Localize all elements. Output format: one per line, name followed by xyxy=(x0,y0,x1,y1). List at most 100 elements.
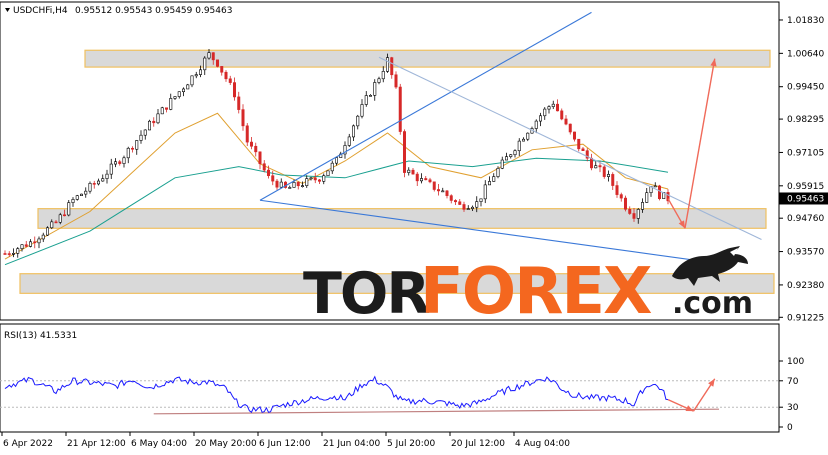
rsi-tick-label: 0 xyxy=(787,423,793,433)
candle-body xyxy=(381,71,385,80)
candle-body xyxy=(483,184,487,200)
candle-body xyxy=(88,183,92,192)
candle-body xyxy=(241,109,245,127)
candle-body xyxy=(496,168,500,177)
candle-body xyxy=(428,179,432,183)
candle-body xyxy=(623,197,627,210)
candle-body xyxy=(224,71,228,80)
candle-body xyxy=(645,192,649,203)
candle-body xyxy=(411,169,415,175)
price-axis: 1.01830 1.00640 0.99450 0.98295 0.97105 0.959… xyxy=(779,16,828,323)
candle-body xyxy=(220,66,224,73)
candle-body xyxy=(169,98,173,110)
candle-body xyxy=(131,147,135,150)
candle-body xyxy=(330,162,334,172)
candle-body xyxy=(436,189,440,192)
candle-body xyxy=(12,253,16,255)
price-tick-label: 0.98295 xyxy=(787,115,824,125)
candle-body xyxy=(216,59,220,67)
candle-body xyxy=(356,115,360,127)
ohlc-values: 0.95512 0.95543 0.95459 0.95463 xyxy=(75,6,232,16)
candle-body xyxy=(45,227,49,236)
candle-body xyxy=(28,241,32,247)
candle-body xyxy=(109,163,113,175)
time-tick-label: 6 May 04:00 xyxy=(131,439,187,449)
candle-body xyxy=(313,177,317,181)
candle-body xyxy=(33,241,37,244)
candle-body xyxy=(139,134,143,141)
candle-body xyxy=(334,157,338,164)
candle-body xyxy=(589,157,593,169)
price-tick-label: 0.91225 xyxy=(787,313,824,323)
candle-body xyxy=(538,115,542,122)
candle-body xyxy=(390,57,394,76)
candle-body xyxy=(377,78,381,83)
candle-body xyxy=(207,52,211,59)
candle-body xyxy=(165,107,169,110)
candle-body xyxy=(581,148,585,151)
candle-body xyxy=(250,141,254,147)
candle-body xyxy=(653,185,657,188)
rsi-panel: RSI(13) 41.5331 xyxy=(0,323,780,433)
candle-body xyxy=(402,131,406,173)
time-tick-label: 21 Apr 12:00 xyxy=(67,439,126,449)
candle-body xyxy=(317,179,321,182)
candle-body xyxy=(122,157,126,164)
candle-body xyxy=(7,253,11,255)
candle-body xyxy=(564,118,568,125)
candle-body xyxy=(177,91,181,97)
candle-body xyxy=(309,177,313,180)
price-tick-label: 0.93570 xyxy=(787,248,824,258)
candle-body xyxy=(37,238,41,244)
price-tick-label: 0.95915 xyxy=(787,182,824,192)
candle-body xyxy=(453,200,457,203)
time-axis: 6 Apr 2022 21 Apr 12:00 6 May 04:00 20 May … xyxy=(1,432,570,449)
candle-body xyxy=(3,253,7,255)
brand-suffix: .com xyxy=(672,286,753,321)
candle-body xyxy=(364,95,368,105)
candle-body xyxy=(203,57,207,71)
candle-body xyxy=(101,178,105,182)
candle-body xyxy=(97,180,101,185)
candle-body xyxy=(190,75,194,86)
candle-body xyxy=(62,214,66,217)
candle-body xyxy=(351,125,355,138)
support-zone xyxy=(37,208,767,229)
candle-body xyxy=(126,147,130,159)
candle-body xyxy=(640,202,644,210)
time-tick-label: 21 Jun 04:00 xyxy=(323,439,380,449)
candle-body xyxy=(419,178,423,182)
time-tick-label: 5 Jul 20:00 xyxy=(387,439,436,449)
candle-body xyxy=(160,107,164,115)
candle-body xyxy=(368,95,372,97)
brand-prefix: TOR xyxy=(303,261,429,327)
candle-body xyxy=(500,159,504,169)
candle-body xyxy=(288,187,292,189)
candle-body xyxy=(509,154,513,157)
candle-body xyxy=(441,190,445,193)
candle-body xyxy=(424,178,428,181)
candle-body xyxy=(526,132,530,140)
candle-body xyxy=(462,204,466,210)
candle-body xyxy=(67,202,71,216)
resistance-zone xyxy=(84,49,771,68)
candle-body xyxy=(517,140,521,152)
candle-body xyxy=(194,74,198,77)
candle-body xyxy=(80,193,84,196)
candle-body xyxy=(598,165,602,168)
candle-body xyxy=(186,84,190,90)
candle-body xyxy=(458,201,462,205)
candle-body xyxy=(258,151,262,165)
candle-body xyxy=(432,181,436,190)
rsi-tick-label: 70 xyxy=(787,377,799,387)
candle-body xyxy=(602,166,606,177)
candle-body xyxy=(479,198,483,202)
candle-body xyxy=(199,69,203,75)
candle-body xyxy=(628,208,632,214)
candle-body xyxy=(211,52,215,61)
candle-body xyxy=(58,214,62,223)
candle-body xyxy=(555,103,559,112)
rsi-label: RSI(13) 41.5331 xyxy=(4,331,77,341)
candle-body xyxy=(75,195,79,200)
candle-body xyxy=(466,208,470,210)
